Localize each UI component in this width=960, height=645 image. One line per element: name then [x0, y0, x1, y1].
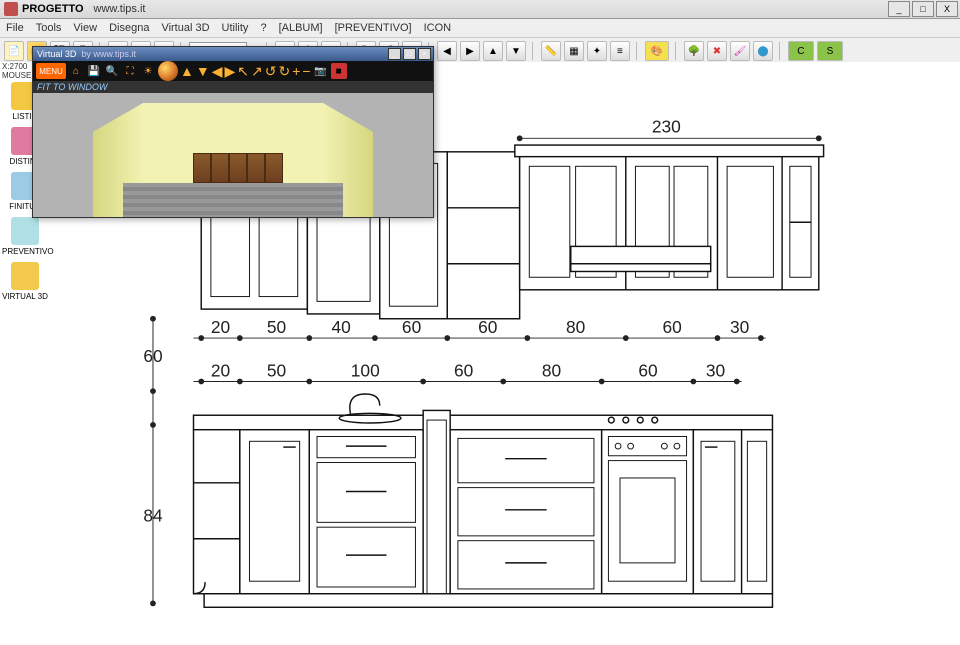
- menu-tools[interactable]: Tools: [36, 22, 62, 34]
- titlebar: PROGETTO www.tips.it _ □ X: [0, 0, 960, 19]
- v3d-save-button[interactable]: 💾: [86, 63, 102, 79]
- svg-text:100: 100: [351, 361, 380, 381]
- v3d-rotr-button[interactable]: ↻: [278, 63, 290, 80]
- window-maximize-button[interactable]: □: [912, 1, 934, 17]
- virtual3d-toolbar: MENU ⌂ 💾 🔍 ⛶ ☀ ▲ ▼ ◀ ▶ ↖ ↗ ↺ ↻ + − 📷 ■: [33, 61, 433, 81]
- layer-button[interactable]: ≡: [610, 41, 630, 61]
- virtual3d-titlebar[interactable]: Virtual 3D by www.tips.it _ □ ×: [33, 47, 433, 61]
- sidebar-item-preventivo[interactable]: PREVENTIVO: [2, 217, 48, 256]
- v3d-stop-button[interactable]: ■: [331, 63, 347, 79]
- pan-up-button[interactable]: ▲: [483, 41, 503, 61]
- v3d-orbit-button[interactable]: [158, 61, 178, 81]
- v3d-camera-button[interactable]: 📷: [313, 63, 329, 79]
- v3d-zoomout-button[interactable]: −: [302, 63, 310, 79]
- virtual3d-window[interactable]: Virtual 3D by www.tips.it _ □ × MENU ⌂ 💾…: [32, 46, 434, 218]
- v3d-zoomin-button[interactable]: +: [292, 63, 300, 79]
- svg-text:20: 20: [211, 317, 230, 337]
- measure-button[interactable]: 📏: [541, 41, 561, 61]
- svg-text:30: 30: [706, 361, 725, 381]
- svg-text:80: 80: [542, 361, 561, 381]
- menu-virtual3d[interactable]: Virtual 3D: [161, 22, 209, 34]
- window-minimize-button[interactable]: _: [888, 1, 910, 17]
- svg-text:84: 84: [143, 505, 163, 525]
- new-file-button[interactable]: 📄: [4, 41, 24, 61]
- catalog-button[interactable]: C: [788, 41, 814, 61]
- pan-left-button[interactable]: ◀: [437, 41, 457, 61]
- v3d-max-button[interactable]: □: [403, 48, 416, 60]
- v3d-menu-button[interactable]: MENU: [36, 63, 66, 79]
- v3d-light-button[interactable]: ☀: [140, 63, 156, 79]
- menu-preventivo[interactable]: [PREVENTIVO]: [335, 22, 412, 34]
- v3d-down-button[interactable]: ▼: [196, 63, 210, 79]
- v3d-viewport[interactable]: [33, 93, 433, 217]
- v3d-status: FIT TO WINDOW: [33, 81, 433, 93]
- app-url: www.tips.it: [94, 3, 146, 15]
- menu-album[interactable]: [ALBUM]: [279, 22, 323, 34]
- grid-button[interactable]: ▦: [564, 41, 584, 61]
- v3d-kitchen-model: [193, 153, 283, 183]
- workspace: X:2700MOUSE LISTIN DISTINT FINITUR PREVE…: [0, 62, 960, 640]
- svg-text:80: 80: [566, 317, 585, 337]
- v3d-close-button[interactable]: ×: [418, 48, 431, 60]
- color-button[interactable]: 🎨: [645, 41, 669, 61]
- pan-down-button[interactable]: ▼: [506, 41, 526, 61]
- v3d-diag1-button[interactable]: ↖: [237, 63, 249, 80]
- base-cabinets: [194, 394, 773, 607]
- render-button[interactable]: ⬤: [753, 41, 773, 61]
- v3d-home-button[interactable]: ⌂: [68, 63, 84, 79]
- svg-text:40: 40: [331, 317, 350, 337]
- v3d-min-button[interactable]: _: [388, 48, 401, 60]
- v3d-left-button[interactable]: ◀: [212, 63, 223, 80]
- menu-view[interactable]: View: [73, 22, 97, 34]
- svg-text:60: 60: [662, 317, 681, 337]
- svg-text:50: 50: [267, 361, 286, 381]
- svg-text:60: 60: [143, 346, 162, 366]
- menubar: File Tools View Disegna Virtual 3D Utili…: [0, 19, 960, 38]
- delete-button[interactable]: ✖: [707, 41, 727, 61]
- pan-right-button[interactable]: ▶: [460, 41, 480, 61]
- app-icon: [4, 2, 18, 16]
- svg-text:30: 30: [730, 317, 749, 337]
- v3d-up-button[interactable]: ▲: [180, 63, 194, 79]
- svg-text:60: 60: [638, 361, 657, 381]
- snap-button[interactable]: ✦: [587, 41, 607, 61]
- preventivo-icon: [11, 217, 39, 245]
- menu-icon[interactable]: ICON: [424, 22, 452, 34]
- v3d-diag2-button[interactable]: ↗: [251, 63, 263, 80]
- window-close-button[interactable]: X: [936, 1, 958, 17]
- v3d-rotl-button[interactable]: ↺: [265, 63, 277, 80]
- v3d-zoom-button[interactable]: 🔍: [104, 63, 120, 79]
- svg-text:60: 60: [402, 317, 421, 337]
- svg-text:60: 60: [454, 361, 473, 381]
- virtual3d-icon: [11, 262, 39, 290]
- dim-230: 230: [652, 117, 681, 137]
- menu-utility[interactable]: Utility: [222, 22, 249, 34]
- settings-button[interactable]: S: [817, 41, 843, 61]
- menu-file[interactable]: File: [6, 22, 24, 34]
- sidebar-item-virtual3d[interactable]: VIRTUAL 3D: [2, 262, 48, 301]
- v3d-fullscreen-button[interactable]: ⛶: [122, 63, 138, 79]
- svg-text:60: 60: [478, 317, 497, 337]
- menu-disegna[interactable]: Disegna: [109, 22, 149, 34]
- v3d-right-button[interactable]: ▶: [225, 63, 236, 80]
- app-title: PROGETTO: [22, 3, 84, 15]
- paint-button[interactable]: 🖌: [730, 41, 750, 61]
- svg-text:20: 20: [211, 361, 230, 381]
- menu-help[interactable]: ?: [260, 22, 266, 34]
- tree-view-button[interactable]: 🌳: [684, 41, 704, 61]
- svg-text:50: 50: [267, 317, 286, 337]
